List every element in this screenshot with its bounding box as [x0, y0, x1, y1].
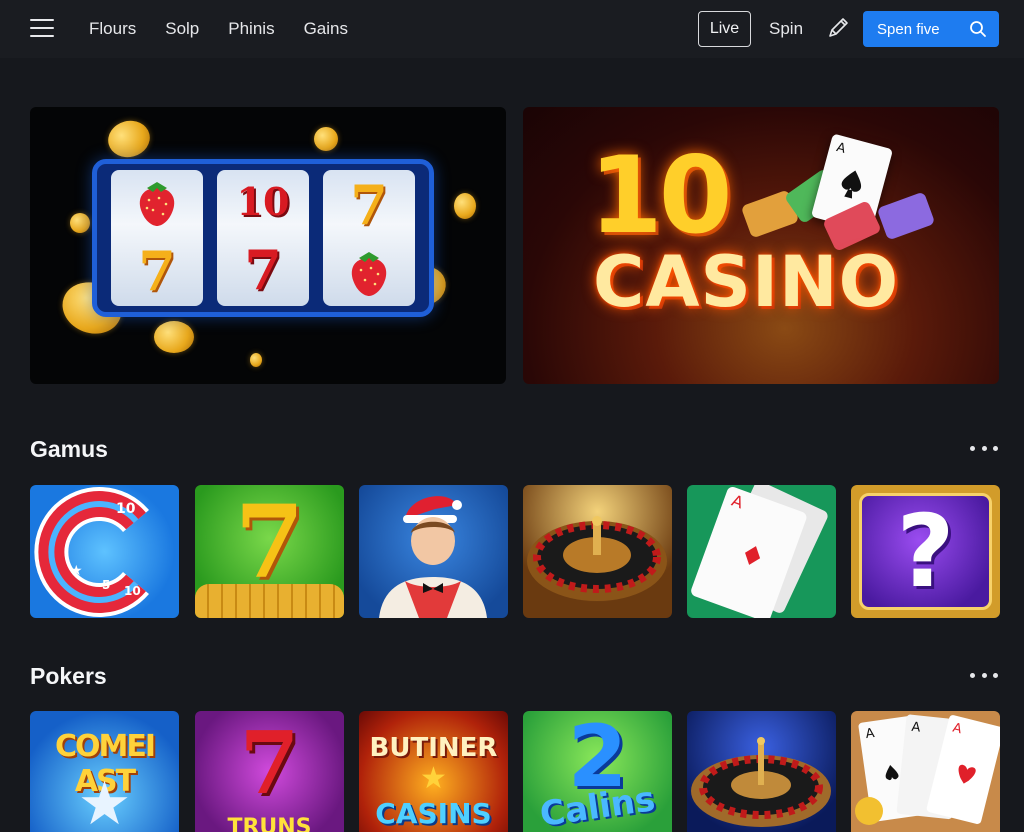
svg-text:A: A — [835, 140, 848, 157]
tile-lucky-seven-game[interactable]: 7 — [195, 485, 344, 618]
strawberry-icon — [139, 182, 175, 226]
ten-casino-banner[interactable]: 10 A CASINO — [523, 107, 999, 384]
reel-3: 7 — [323, 170, 415, 306]
section-title-pokers: Pokers — [30, 663, 107, 689]
gold-coin-icon — [70, 213, 90, 233]
svg-text:10: 10 — [124, 584, 141, 598]
nav-item-solp[interactable]: Solp — [165, 19, 199, 39]
tile-seven-truns-game[interactable]: 7 TRUNS — [195, 711, 344, 832]
gold-coin-icon — [250, 353, 262, 367]
tile-two-calins-game[interactable]: 2 Calins — [523, 711, 672, 832]
svg-text:10: 10 — [116, 501, 136, 517]
section-title-games: Gamus — [30, 436, 108, 462]
banner-number: 10 — [589, 134, 733, 257]
tile-comei-ast-game[interactable]: COMEI AST ★ — [30, 711, 179, 832]
spen-five-button[interactable]: Spen five — [863, 11, 999, 47]
tile-cards-game[interactable]: A — [687, 485, 836, 618]
tile-santa-dealer-game[interactable] — [359, 485, 508, 618]
live-button[interactable]: Live — [698, 11, 751, 47]
search-icon — [970, 21, 986, 37]
playing-cards-icon: A A A — [855, 714, 1000, 825]
reel-2: 10 7 — [217, 170, 309, 306]
strawberry-icon — [351, 252, 387, 296]
gold-coin-icon — [154, 321, 194, 353]
tile-subtitle: CASINS — [375, 797, 492, 830]
tile-roulette-poker-game[interactable] — [687, 711, 836, 832]
tile-butiner-casins-game[interactable]: BUTINER ★ CASINS — [359, 711, 508, 832]
seven-symbol: 7 — [350, 173, 388, 237]
svg-text:5: 5 — [102, 578, 110, 592]
seven-symbol: 7 — [138, 239, 176, 303]
slot-reels: 7 10 7 7 — [92, 159, 434, 317]
seven-symbol: 7 — [244, 237, 282, 302]
red-seven-icon: 7 — [239, 713, 300, 814]
slot-machine-banner[interactable]: 7 10 7 7 — [30, 107, 506, 384]
star-icon: ★ — [77, 769, 132, 832]
svg-text:A: A — [911, 720, 922, 736]
playing-card-icon: A — [691, 485, 828, 618]
poker-chip-icon — [876, 191, 936, 241]
gold-coin-icon — [314, 127, 338, 151]
roulette-wheel-icon — [691, 737, 831, 827]
games-more-icon[interactable] — [970, 443, 998, 453]
tile-roulette-game[interactable] — [523, 485, 672, 618]
spin-link[interactable]: Spin — [769, 19, 803, 39]
star-icon: ★ — [420, 761, 447, 796]
gold-coin-icon — [454, 193, 476, 219]
svg-text:★: ★ — [70, 563, 83, 579]
gold-coin-stack — [195, 584, 344, 618]
nav-item-phinis[interactable]: Phinis — [228, 19, 274, 39]
tile-aces-poker-game[interactable]: A A A — [851, 711, 1000, 832]
main-nav: Flours Solp Phinis Gains — [89, 0, 348, 58]
pokers-more-icon[interactable] — [970, 670, 998, 680]
dealer-avatar — [379, 496, 487, 618]
tile-mystery-game[interactable]: ? — [851, 485, 1000, 618]
pencil-icon[interactable] — [825, 15, 851, 41]
tile-title: BUTINER — [369, 733, 498, 763]
cta-label: Spen five — [877, 20, 940, 38]
tile-subtitle: TRUNS — [227, 815, 312, 832]
question-mark-icon: ? — [896, 493, 955, 610]
top-navigation-bar: Flours Solp Phinis Gains Live Spin Spen … — [0, 0, 1024, 58]
nav-item-gains[interactable]: Gains — [304, 19, 348, 39]
menu-icon[interactable] — [30, 19, 54, 37]
roulette-wheel-icon — [527, 516, 667, 601]
tile-wheel-c-game[interactable]: 10 5 10 ★ — [30, 485, 179, 618]
nav-item-flours[interactable]: Flours — [89, 19, 136, 39]
reel-1: 7 — [111, 170, 203, 306]
ten-symbol: 10 — [236, 179, 290, 225]
banner-word: CASINO — [593, 241, 900, 323]
c-wheel-icon: 10 5 10 ★ — [34, 487, 149, 617]
gold-coin-icon — [104, 116, 154, 162]
